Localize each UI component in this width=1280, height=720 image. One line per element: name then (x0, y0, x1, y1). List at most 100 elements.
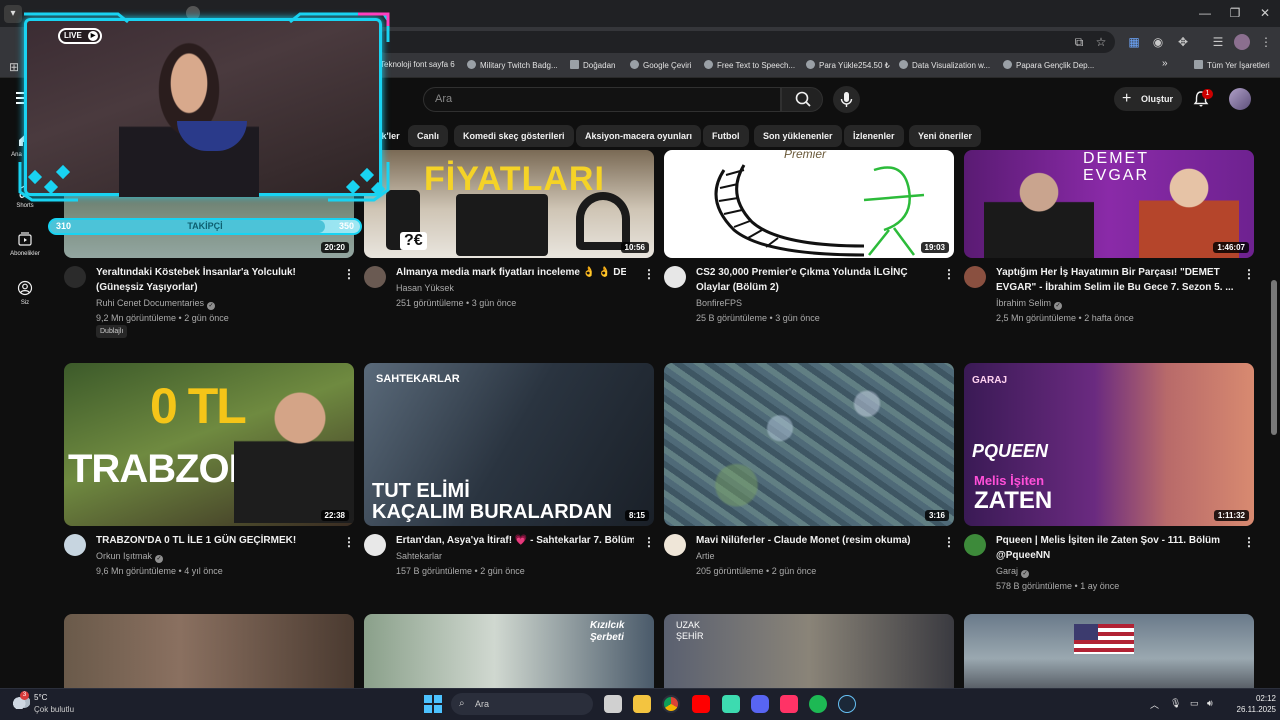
bookmark-item[interactable]: Google Çeviri (630, 60, 691, 70)
more-options-icon[interactable]: ⋮ (643, 266, 655, 282)
extensions-puzzle-icon[interactable]: ✥ (1175, 34, 1191, 50)
video-title[interactable]: CS2 30,000 Premier'e Çıkma Yolunda İLGİN… (696, 265, 934, 295)
sidebar-item-you[interactable]: Siz (4, 280, 46, 306)
browser-menu-icon[interactable]: ⋮ (1258, 34, 1274, 50)
video-title[interactable]: Ertan'dan, Asya'ya İtiraf! 💗 - Sahtekarl… (396, 533, 634, 548)
account-avatar[interactable] (1229, 88, 1251, 110)
translate-extension-icon[interactable]: ▦ (1126, 34, 1142, 50)
channel-name[interactable]: Sahtekarlar (396, 551, 442, 561)
bookmark-star-icon[interactable]: ☆ (1093, 34, 1109, 50)
network-icon[interactable]: ▭ (1190, 698, 1199, 709)
channel-name[interactable]: Orkun Işıtmak ✓ (96, 551, 164, 563)
video-thumbnail[interactable]: Kızılcık Şerbeti (364, 614, 654, 688)
channel-name[interactable]: Ruhi Cenet Documentaries ✓ (96, 298, 216, 310)
channel-avatar[interactable] (364, 266, 386, 288)
channel-name[interactable]: Garaj ✓ (996, 566, 1030, 578)
sidebar-item-subscriptions[interactable]: Abonelikler (4, 231, 46, 257)
profile-avatar-icon[interactable] (1234, 34, 1250, 50)
video-thumbnail[interactable]: GARAJ PQUEEN Melis İşiten ZATEN 1:11:32 (964, 363, 1254, 526)
spotify-icon[interactable] (809, 695, 827, 713)
install-app-icon[interactable]: ⧉ (1071, 34, 1087, 50)
task-view-icon[interactable] (604, 695, 622, 713)
microphone-icon[interactable]: 🎙︎ (1170, 698, 1181, 709)
chip-recently-uploaded[interactable]: Son yüklenenler (754, 125, 842, 147)
chip-live[interactable]: Canlı (408, 125, 449, 147)
search-button[interactable] (781, 87, 823, 112)
bookmark-item[interactable]: Data Visualization w... (899, 60, 990, 70)
address-bar[interactable] (375, 31, 1115, 53)
video-thumbnail[interactable]: FİYATLARI ?€ 10:56 (364, 150, 654, 258)
channel-avatar[interactable] (64, 534, 86, 556)
bookmark-item[interactable]: Teknoloji font sayfa 6 (380, 60, 455, 69)
more-options-icon[interactable]: ⋮ (643, 534, 655, 550)
video-title[interactable]: TRABZON'DA 0 TL İLE 1 GÜN GEÇİRMEK! (96, 533, 334, 548)
minimize-icon[interactable]: — (1190, 0, 1220, 27)
create-button[interactable]: + Oluştur (1114, 87, 1182, 111)
more-options-icon[interactable]: ⋮ (943, 266, 955, 282)
channel-avatar[interactable] (364, 534, 386, 556)
weather-description[interactable]: Çok bulutlu (34, 705, 74, 714)
video-thumbnail[interactable] (964, 614, 1254, 688)
flag-canton (1074, 624, 1098, 640)
video-title[interactable]: Mavi Nilüferler - Claude Monet (resim ok… (696, 533, 934, 548)
bookmark-item[interactable]: Papara Gençlik Dep... (1003, 60, 1094, 70)
video-thumbnail[interactable] (64, 614, 354, 688)
channel-avatar[interactable] (964, 266, 986, 288)
reading-list-icon[interactable]: ☰ (1210, 34, 1226, 50)
voice-search-button[interactable] (833, 86, 860, 113)
app-icon[interactable] (722, 695, 740, 713)
video-title[interactable]: Yaptığım Her İş Hayatımın Bir Parçası! "… (996, 265, 1234, 295)
more-options-icon[interactable]: ⋮ (343, 534, 355, 550)
page-scrollbar[interactable] (1271, 280, 1277, 435)
video-thumbnail[interactable]: 3:16 (664, 363, 954, 526)
app-icon[interactable] (780, 695, 798, 713)
channel-avatar[interactable] (64, 266, 86, 288)
video-title[interactable]: Pqueen | Melis İşiten ile Zaten Şov - 11… (996, 533, 1234, 563)
search-input[interactable]: Ara (423, 87, 781, 112)
youtube-app-icon[interactable] (692, 695, 710, 713)
show-hidden-icons[interactable]: ︿ (1150, 698, 1159, 711)
channel-avatar[interactable] (664, 534, 686, 556)
volume-icon[interactable]: 🔊︎ (1207, 698, 1213, 709)
more-options-icon[interactable]: ⋮ (1243, 534, 1255, 550)
close-icon[interactable]: ✕ (1250, 0, 1280, 27)
more-bookmarks-icon[interactable]: » (1162, 58, 1168, 69)
channel-avatar[interactable] (964, 534, 986, 556)
channel-name[interactable]: Artie (696, 551, 715, 561)
chip-watched[interactable]: İzlenenler (844, 125, 904, 147)
steam-icon[interactable] (838, 695, 856, 713)
bookmark-item[interactable]: Free Text to Speech... (704, 60, 795, 70)
more-options-icon[interactable]: ⋮ (1243, 266, 1255, 282)
taskbar-clock[interactable]: 02:12 26.11.2025 (1224, 693, 1276, 715)
video-thumbnail[interactable]: DEMET EVGAR 1:46:07 (964, 150, 1254, 258)
channel-name[interactable]: İbrahim Selim ✓ (996, 298, 1063, 310)
bookmark-item[interactable]: Military Twitch Badg... (467, 60, 558, 70)
channel-name[interactable]: Hasan Yüksek (396, 283, 454, 293)
channel-avatar[interactable] (664, 266, 686, 288)
file-explorer-icon[interactable] (633, 695, 651, 713)
windows-start-icon[interactable] (424, 695, 442, 713)
channel-name[interactable]: BonfireFPS (696, 298, 742, 308)
video-thumbnail[interactable]: SAHTEKARLAR TUT ELİMİ KAÇALIM BURALARDAN… (364, 363, 654, 526)
taskbar-search[interactable]: ⌕ Ara (451, 693, 593, 715)
chip-new-to-you[interactable]: Yeni öneriler (909, 125, 982, 147)
maximize-icon[interactable]: ❐ (1220, 0, 1250, 27)
chip-action-adventure[interactable]: Aksiyon-macera oyunları (576, 125, 702, 147)
video-thumbnail[interactable]: 0 TL TRABZON 22:38 (64, 363, 354, 526)
chrome-icon[interactable] (662, 695, 680, 713)
video-thumbnail[interactable]: UZAK ŞEHİR (664, 614, 954, 688)
video-title[interactable]: Yeraltındaki Köstebek İnsanlar'a Yolculu… (96, 265, 336, 295)
more-options-icon[interactable]: ⋮ (343, 266, 355, 282)
chip-comedy[interactable]: Komedi skeç gösterileri (454, 125, 574, 147)
folder-icon (1194, 60, 1203, 69)
bookmark-folder[interactable]: Doğadan (570, 60, 615, 70)
more-options-icon[interactable]: ⋮ (943, 534, 955, 550)
chip-football[interactable]: Futbol (703, 125, 749, 147)
weather-temperature[interactable]: 5°C (34, 693, 47, 702)
video-thumbnail[interactable]: Premier 19:03 (664, 150, 954, 258)
bookmark-item[interactable]: Para Yükle254.50 ₺ (806, 60, 890, 70)
extension-icon[interactable]: ◉ (1150, 34, 1166, 50)
discord-icon[interactable] (751, 695, 769, 713)
video-title[interactable]: Almanya media mark fiyatları inceleme 👌 … (396, 265, 626, 280)
all-bookmarks-folder[interactable]: Tüm Yer İşaretleri (1194, 60, 1270, 70)
